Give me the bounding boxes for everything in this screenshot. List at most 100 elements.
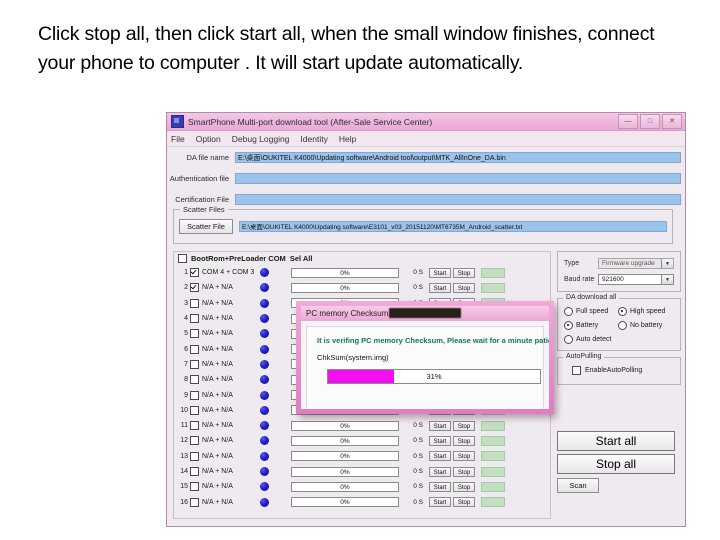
port-row-checkbox[interactable]: [190, 298, 199, 308]
dialog-message: It is verifing PC memory Checksum, Pleas…: [317, 336, 554, 345]
port-progress-bar: 0%: [291, 497, 399, 508]
port-start-button[interactable]: Start: [429, 435, 451, 446]
auto-detect-option[interactable]: Auto detect: [564, 335, 611, 344]
auth-file-row: Authentication file: [167, 172, 685, 185]
auth-file-input[interactable]: [235, 173, 681, 184]
port-row-com: N/A + N/A: [202, 376, 233, 384]
enable-autopolling-checkbox[interactable]: [572, 366, 581, 375]
port-row-number: 4: [184, 315, 188, 323]
port-row-number: 10: [180, 406, 188, 414]
close-icon[interactable]: ✕: [662, 114, 682, 129]
port-row-checkbox[interactable]: [190, 375, 199, 385]
da-file-label: DA file name: [186, 153, 229, 162]
scan-button[interactable]: Scan: [557, 478, 599, 493]
port-row-number: 15: [180, 483, 188, 491]
port-row-com: N/A + N/A: [202, 284, 233, 292]
type-select[interactable]: Firmware upgrade ▼: [598, 258, 674, 269]
port-row-checkbox[interactable]: [190, 359, 199, 369]
port-row-checkbox[interactable]: [190, 482, 199, 492]
port-start-button[interactable]: Start: [429, 451, 451, 462]
full-speed-label: Full speed: [576, 308, 609, 315]
no-battery-label: No battery: [630, 322, 663, 329]
port-row-com: N/A + N/A: [202, 391, 233, 399]
scatter-file-row: Scatter File E:\桌面\OUKITEL K4000\Updatin…: [174, 210, 672, 243]
port-row-checkbox[interactable]: [190, 329, 199, 339]
port-row-com: N/A + N/A: [202, 452, 233, 460]
port-row-checkbox[interactable]: [190, 467, 199, 476]
battery-radio[interactable]: [564, 321, 573, 330]
port-stop-button[interactable]: Stop: [453, 466, 475, 477]
port-row-checkbox[interactable]: [190, 421, 199, 431]
port-status-dot-icon: [260, 359, 269, 369]
menu-item-identity[interactable]: Identity: [300, 134, 327, 144]
chevron-down-icon[interactable]: ▼: [661, 259, 673, 268]
port-elapsed-time: 0 S: [413, 498, 423, 506]
start-all-button[interactable]: Start all: [557, 431, 675, 451]
port-table-header: BootRom+PreLoader COM Sel All: [174, 252, 550, 265]
port-start-button[interactable]: Start: [429, 466, 451, 477]
auto-detect-radio[interactable]: [564, 335, 573, 344]
speed-radio-row: Full speed High speed: [564, 307, 674, 316]
port-stop-button[interactable]: Stop: [453, 267, 475, 278]
port-start-button[interactable]: Start: [429, 420, 451, 431]
high-speed-option[interactable]: High speed: [618, 307, 665, 316]
port-progress-bar: 0%: [291, 466, 399, 477]
high-speed-radio[interactable]: [618, 307, 627, 316]
port-start-button[interactable]: Start: [429, 282, 451, 293]
port-row-checkbox[interactable]: [190, 405, 199, 415]
port-stop-button[interactable]: Stop: [453, 282, 475, 293]
port-stop-button[interactable]: Stop: [453, 481, 475, 492]
menu-item-help[interactable]: Help: [339, 134, 356, 144]
port-elapsed-time: 0 S: [413, 422, 423, 430]
port-row-checkbox[interactable]: [190, 436, 199, 446]
port-stop-button[interactable]: Stop: [453, 420, 475, 431]
scatter-file-input[interactable]: E:\桌面\OUKITEL K4000\Updating software\E3…: [238, 221, 667, 232]
port-stop-button[interactable]: Stop: [453, 451, 475, 462]
port-row-checkbox[interactable]: [190, 344, 199, 354]
port-stop-button[interactable]: Stop: [453, 497, 475, 508]
port-row-checkbox[interactable]: [190, 314, 199, 324]
full-speed-option[interactable]: Full speed: [564, 307, 618, 316]
port-row-number: 16: [180, 498, 188, 506]
port-row: 2 N/A + N/A 0% 0 S Start Stop: [174, 280, 550, 295]
port-row-checkbox[interactable]: [190, 497, 199, 507]
da-download-all-legend: DA download all: [563, 294, 620, 301]
baud-rate-select[interactable]: 921600 ▼: [598, 274, 674, 285]
port-progress-bar: 0%: [291, 451, 399, 462]
maximize-icon[interactable]: □: [640, 114, 660, 129]
port-start-button[interactable]: Start: [429, 497, 451, 508]
port-status-dot-icon: [260, 375, 269, 385]
no-battery-radio[interactable]: [618, 321, 627, 330]
port-row-checkbox[interactable]: [190, 390, 199, 400]
enable-autopolling-row[interactable]: EnableAutoPolling: [564, 366, 674, 375]
cert-file-input[interactable]: [235, 194, 681, 205]
dialog-subtext: ChkSum(system.img): [317, 353, 389, 362]
menu-item-option[interactable]: Option: [196, 134, 221, 144]
connection-settings-group: Type Firmware upgrade ▼ Baud rate 921600…: [557, 251, 681, 292]
full-speed-radio[interactable]: [564, 307, 573, 316]
type-label: Type: [564, 260, 580, 267]
chevron-down-icon[interactable]: ▼: [661, 275, 673, 284]
battery-option[interactable]: Battery: [564, 321, 618, 330]
port-start-button[interactable]: Start: [429, 267, 451, 278]
no-battery-option[interactable]: No battery: [618, 321, 662, 330]
port-status-cell: [481, 481, 505, 492]
port-row-com: COM 4 + COM 3: [202, 269, 255, 277]
sel-all-checkbox[interactable]: [178, 254, 187, 263]
port-row-checkbox[interactable]: [190, 451, 199, 461]
stop-all-button[interactable]: Stop all: [557, 454, 675, 474]
screenshot-root: Click stop all, then click start all, wh…: [0, 0, 720, 540]
cert-file-row: Certification File: [167, 193, 685, 206]
port-row-checkbox[interactable]: [190, 283, 199, 293]
minimize-icon[interactable]: —: [618, 114, 638, 129]
port-stop-button[interactable]: Stop: [453, 435, 475, 446]
redaction-bar: [389, 308, 461, 318]
da-file-row: DA file name E:\桌面\OUKITEL K4000\Updatin…: [167, 151, 685, 164]
scatter-file-button[interactable]: Scatter File: [179, 219, 233, 234]
menu-item-debug-logging[interactable]: Debug Logging: [232, 134, 290, 144]
menu-item-file[interactable]: File: [171, 134, 185, 144]
da-file-input[interactable]: E:\桌面\OUKITEL K4000\Updating software\An…: [235, 152, 681, 163]
port-row-checkbox[interactable]: [190, 268, 199, 278]
port-table-header-label: BootRom+PreLoader COM: [191, 254, 286, 263]
port-start-button[interactable]: Start: [429, 481, 451, 492]
